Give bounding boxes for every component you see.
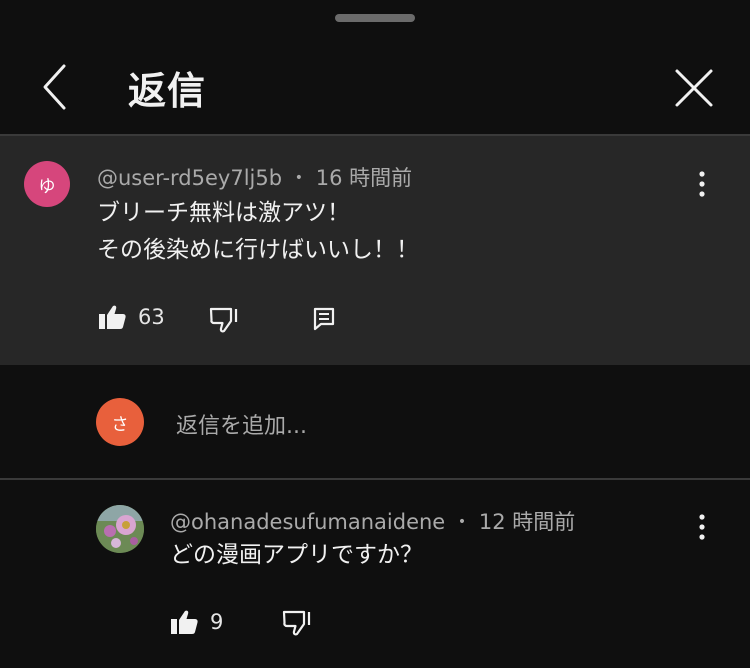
meta-separator: •: [457, 514, 467, 530]
comment-line: ブリーチ無料は激アツ！: [97, 200, 350, 226]
avatar-letter: ゆ: [38, 176, 56, 197]
reply-options-button[interactable]: [692, 512, 712, 542]
reply-dislike-button[interactable]: [282, 609, 312, 637]
comment-text: ブリーチ無料は激アツ！ その後染めに行けばいいし！！: [97, 195, 419, 269]
page-title: 返信: [128, 69, 207, 113]
add-reply-input[interactable]: 返信を追加...: [176, 408, 307, 440]
meta-separator: •: [294, 170, 304, 186]
like-count: 63: [138, 305, 165, 329]
dislike-button[interactable]: [209, 306, 239, 334]
more-vertical-icon: [699, 171, 705, 197]
reply-like-button[interactable]: 9: [170, 609, 223, 635]
like-button[interactable]: 63: [98, 304, 165, 330]
thumbs-down-icon: [282, 610, 311, 636]
reply-author[interactable]: @ohanadesufumanaidene: [170, 510, 445, 534]
comment-author[interactable]: @user-rd5ey7lj5b: [97, 166, 282, 190]
flower-photo-icon: [96, 505, 144, 553]
header: 返信: [0, 34, 750, 134]
close-icon: [675, 69, 713, 107]
chevron-left-icon: [43, 64, 66, 110]
reply-button[interactable]: [312, 306, 336, 332]
my-avatar[interactable]: さ: [96, 398, 144, 446]
reply-icon: [313, 307, 335, 331]
comment-line: その後染めに行けばいいし！！: [97, 237, 419, 263]
avatar[interactable]: ゆ: [24, 161, 70, 207]
reply-time: 12 時間前: [478, 510, 576, 534]
close-button[interactable]: [668, 62, 720, 114]
replies-sheet: 返信 ゆ @user-rd5ey7lj5b • 16 時間前 ブリーチ無料は激ア…: [0, 0, 750, 668]
reply-meta: @ohanadesufumanaidene • 12 時間前: [170, 506, 575, 536]
comment-meta: @user-rd5ey7lj5b • 16 時間前: [97, 162, 412, 192]
like-count: 9: [210, 610, 224, 634]
parent-comment: ゆ @user-rd5ey7lj5b • 16 時間前 ブリーチ無料は激アツ！ …: [0, 136, 750, 365]
reply-text: どの漫画アプリですか？: [170, 542, 423, 568]
comment-time: 16 時間前: [315, 166, 413, 190]
reply-avatar[interactable]: [96, 505, 144, 553]
avatar-letter: さ: [111, 414, 129, 435]
drag-handle[interactable]: [335, 14, 415, 22]
more-vertical-icon: [699, 514, 705, 540]
thumbs-down-icon: [209, 307, 238, 333]
comment-options-button[interactable]: [692, 169, 712, 199]
back-button[interactable]: [30, 62, 80, 112]
section-divider: [0, 478, 750, 480]
thumbs-up-icon: [99, 305, 126, 329]
thumbs-up-icon: [171, 610, 198, 634]
